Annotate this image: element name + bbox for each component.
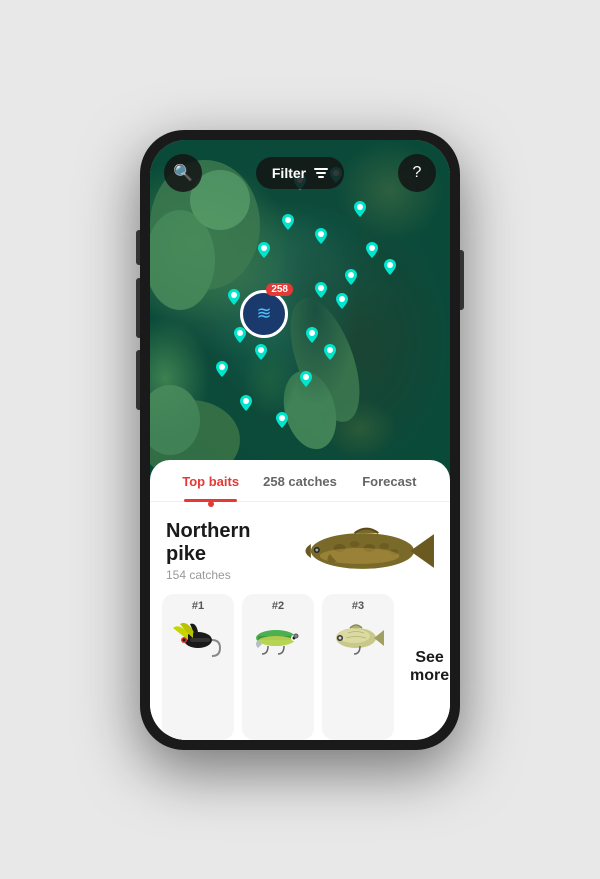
map-pin[interactable] <box>315 282 327 298</box>
bait-rank-1: #1 <box>192 600 204 612</box>
map-pin[interactable] <box>384 259 396 275</box>
filter-label: Filter <box>272 165 306 181</box>
map-pin[interactable] <box>255 344 267 360</box>
map-pin[interactable] <box>240 395 252 411</box>
map-pin[interactable] <box>324 344 336 360</box>
active-tab-indicator <box>208 501 214 507</box>
tab-catches[interactable]: 258 catches <box>255 474 344 501</box>
cluster-badge[interactable]: 258 ≋ <box>240 290 288 338</box>
volume-down-button <box>136 350 140 410</box>
fish-info: Northern pike 154 catches <box>166 520 295 582</box>
see-more-label: See more <box>410 649 449 685</box>
map-view[interactable]: 🔍 Filter ? <box>150 140 450 480</box>
bait-image-3 <box>328 618 388 658</box>
bait-rank-3: #3 <box>352 600 364 612</box>
map-pin[interactable] <box>345 269 357 285</box>
map-pin[interactable] <box>216 361 228 377</box>
silent-button <box>136 230 140 265</box>
map-pin[interactable] <box>306 327 318 343</box>
phone-screen: 🔍 Filter ? <box>150 140 450 740</box>
bait-section: #1 <box>150 594 450 740</box>
wave-icon: ≋ <box>256 303 271 324</box>
cluster-circle: 258 ≋ <box>240 290 288 338</box>
map-pin[interactable] <box>228 289 240 305</box>
bottom-sheet: Top baits 258 catches Forecast Northern … <box>150 460 450 740</box>
bait-card-1[interactable]: #1 <box>162 594 234 740</box>
tab-top-baits[interactable]: Top baits <box>166 474 255 501</box>
cluster-count: 258 <box>266 283 293 296</box>
tab-forecast[interactable]: Forecast <box>345 474 434 501</box>
map-pin[interactable] <box>366 242 378 258</box>
search-icon: 🔍 <box>173 163 193 183</box>
map-pin[interactable] <box>282 214 294 230</box>
fish-image <box>295 516 434 586</box>
fish-section: Northern pike 154 catches <box>150 502 450 594</box>
search-button[interactable]: 🔍 <box>164 154 202 192</box>
help-button[interactable]: ? <box>398 154 436 192</box>
map-controls: 🔍 Filter ? <box>150 154 450 192</box>
bait-rank-2: #2 <box>272 600 284 612</box>
fish-name: Northern pike <box>166 520 295 566</box>
filter-icon <box>314 168 328 178</box>
power-button <box>460 250 464 310</box>
see-more-card[interactable]: See more <box>402 594 450 740</box>
fish-catches: 154 catches <box>166 568 295 582</box>
phone-frame: 🔍 Filter ? <box>140 130 460 750</box>
map-pin[interactable] <box>276 412 288 428</box>
tab-bar: Top baits 258 catches Forecast <box>150 460 450 502</box>
map-pin[interactable] <box>354 201 366 217</box>
map-pin[interactable] <box>336 293 348 309</box>
bait-image-1 <box>168 618 228 658</box>
help-icon: ? <box>413 164 422 182</box>
map-pin[interactable] <box>315 228 327 244</box>
bait-card-3[interactable]: #3 <box>322 594 394 740</box>
map-pin[interactable] <box>300 371 312 387</box>
filter-button[interactable]: Filter <box>256 157 344 189</box>
bait-card-2[interactable]: #2 <box>242 594 314 740</box>
pike-svg <box>295 516 434 586</box>
bait-image-2 <box>248 618 308 658</box>
map-pin[interactable] <box>258 242 270 258</box>
volume-up-button <box>136 278 140 338</box>
